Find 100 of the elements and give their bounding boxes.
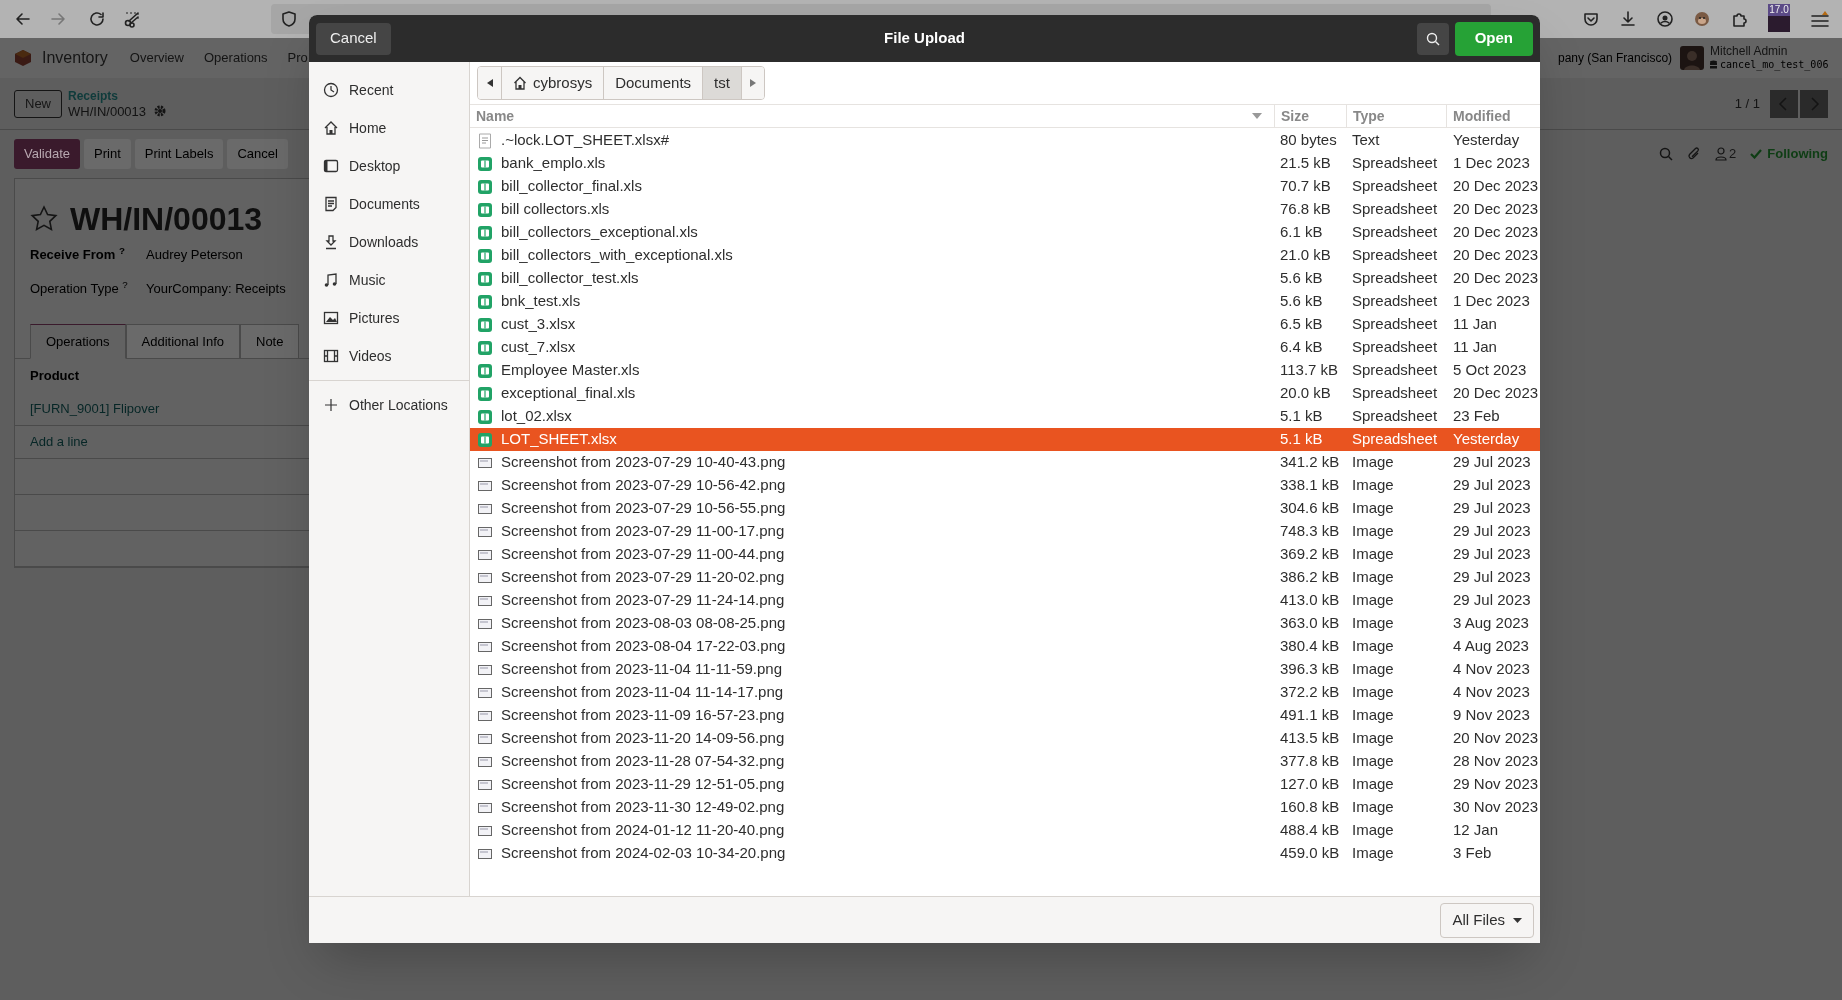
spreadsheet-icon: [478, 179, 492, 194]
path-button[interactable]: cybrosys: [502, 67, 605, 99]
account-icon[interactable]: [1656, 10, 1674, 28]
file-row[interactable]: bnk_test.xls 5.6 kB Spreadsheet 1 Dec 2023: [470, 290, 1540, 313]
file-name: bill_collectors_exceptional.xls: [501, 222, 698, 243]
reload-icon[interactable]: [88, 10, 106, 28]
file-row[interactable]: Screenshot from 2023-07-29 11-24-14.png 413.0 kB Image 29 Jul 2023: [470, 589, 1540, 612]
file-type-filter[interactable]: All Files: [1440, 902, 1534, 938]
path-button[interactable]: Documents: [604, 67, 704, 99]
sidebar-item[interactable]: Recent: [309, 71, 469, 109]
file-row[interactable]: Screenshot from 2023-11-04 11-11-59.png 396.3 kB Image 4 Nov 2023: [470, 658, 1540, 681]
file-row[interactable]: Screenshot from 2024-02-03 10-34-20.png 459.0 kB Image 3 Feb: [470, 842, 1540, 865]
spreadsheet-icon: [478, 432, 492, 447]
menu-icon[interactable]: [1810, 10, 1830, 28]
spreadsheet-icon: [478, 271, 492, 286]
file-row[interactable]: bill_collectors_exceptional.xls 6.1 kB Spreadsheet 20 Dec 2023: [470, 221, 1540, 244]
cancel-button[interactable]: Cancel: [316, 22, 391, 55]
file-name: .~lock.LOT_SHEET.xlsx#: [501, 130, 669, 151]
file-row[interactable]: Screenshot from 2023-08-04 17-22-03.png 380.4 kB Image 4 Aug 2023: [470, 635, 1540, 658]
image-thumbnail-icon: [478, 549, 492, 560]
file-row[interactable]: bill_collector_final.xls 70.7 kB Spreadsheet 20 Dec 2023: [470, 175, 1540, 198]
file-size: 304.6 kB: [1279, 498, 1341, 519]
paperclip-icon[interactable]: [1687, 146, 1702, 162]
file-size: 488.4 kB: [1279, 820, 1341, 841]
file-row[interactable]: Screenshot from 2023-11-29 12-51-05.png 127.0 kB Image 29 Nov 2023: [470, 773, 1540, 796]
action-button[interactable]: Print: [84, 139, 131, 169]
file-row[interactable]: Screenshot from 2023-07-29 10-40-43.png 341.2 kB Image 29 Jul 2023: [470, 451, 1540, 474]
file-size: 80 bytes: [1279, 130, 1338, 151]
extension-button[interactable]: 17.0: [1767, 4, 1791, 34]
pocket-icon[interactable]: [1582, 10, 1600, 28]
file-row[interactable]: Screenshot from 2023-11-20 14-09-56.png 413.5 kB Image 20 Nov 2023: [470, 727, 1540, 750]
tab[interactable]: Additional Info: [125, 324, 240, 359]
file-type: Image: [1351, 705, 1395, 726]
search-icon[interactable]: [1659, 147, 1674, 161]
path-back-button[interactable]: [478, 67, 502, 99]
file-row[interactable]: Employee Master.xls 113.7 kB Spreadsheet 5 Oct 2023: [470, 359, 1540, 382]
file-size: 386.2 kB: [1279, 567, 1341, 588]
file-row[interactable]: Screenshot from 2023-07-29 11-20-02.png 386.2 kB Image 29 Jul 2023: [470, 566, 1540, 589]
file-row[interactable]: bill collectors.xls 76.8 kB Spreadsheet 20 Dec 2023: [470, 198, 1540, 221]
sidebar-item[interactable]: Downloads: [309, 223, 469, 261]
desktop-icon: [323, 158, 339, 174]
action-button[interactable]: Validate: [14, 139, 80, 169]
sidebar-item[interactable]: Desktop: [309, 147, 469, 185]
file-modified: 29 Jul 2023: [1452, 521, 1532, 542]
avatar-icon[interactable]: [1680, 46, 1705, 70]
back-arrow-icon[interactable]: [14, 10, 32, 28]
column-header[interactable]: Type: [1346, 105, 1446, 127]
file-name: Screenshot from 2023-07-29 10-40-43.png: [501, 452, 786, 473]
file-row[interactable]: Screenshot from 2023-11-28 07-54-32.png 377.8 kB Image 28 Nov 2023: [470, 750, 1540, 773]
file-row[interactable]: Screenshot from 2023-08-03 08-08-25.png 363.0 kB Image 3 Aug 2023: [470, 612, 1540, 635]
file-row[interactable]: Screenshot from 2023-11-30 12-49-02.png 160.8 kB Image 30 Nov 2023: [470, 796, 1540, 819]
spreadsheet-icon: [478, 248, 492, 263]
gear-icon[interactable]: [154, 105, 167, 117]
file-row[interactable]: cust_7.xlsx 6.4 kB Spreadsheet 11 Jan: [470, 336, 1540, 359]
column-header[interactable]: Modified: [1446, 105, 1540, 127]
file-row[interactable]: bank_emplo.xls 21.5 kB Spreadsheet 1 Dec 2023: [470, 152, 1540, 175]
file-size: 6.4 kB: [1279, 337, 1324, 358]
star-icon[interactable]: [30, 205, 58, 233]
file-name: Screenshot from 2024-02-03 10-34-20.png: [501, 843, 786, 864]
file-type: Spreadsheet: [1351, 199, 1439, 220]
scissors-icon[interactable]: [123, 10, 141, 28]
file-modified: 12 Jan: [1452, 820, 1500, 841]
sidebar-item[interactable]: Home: [309, 109, 469, 147]
file-row[interactable]: cust_3.xlsx 6.5 kB Spreadsheet 11 Jan: [470, 313, 1540, 336]
sidebar-item[interactable]: Music: [309, 261, 469, 299]
file-row[interactable]: Screenshot from 2023-07-29 11-00-17.png 748.3 kB Image 29 Jul 2023: [470, 520, 1540, 543]
action-button[interactable]: Cancel: [227, 139, 288, 169]
file-row[interactable]: LOT_SHEET.xlsx 5.1 kB Spreadsheet Yesterday: [470, 428, 1540, 451]
chevron-right-icon[interactable]: [1800, 89, 1828, 118]
column-header[interactable]: Size: [1274, 105, 1346, 127]
file-row[interactable]: Screenshot from 2023-11-09 16-57-23.png 491.1 kB Image 9 Nov 2023: [470, 704, 1540, 727]
path-forward-button[interactable]: [741, 67, 764, 99]
database-icon: [1710, 60, 1718, 69]
column-header[interactable]: Name: [476, 105, 515, 127]
database-name: cancel_mo_test_006: [1720, 58, 1829, 71]
sidebar-item[interactable]: Videos: [309, 337, 469, 375]
file-row[interactable]: lot_02.xlsx 5.1 kB Spreadsheet 23 Feb: [470, 405, 1540, 428]
file-row[interactable]: Screenshot from 2023-07-29 11-00-44.png 369.2 kB Image 29 Jul 2023: [470, 543, 1540, 566]
chevron-left-icon[interactable]: [1770, 89, 1798, 118]
sidebar-item[interactable]: Documents: [309, 185, 469, 223]
company-name[interactable]: pany (San Francisco): [1558, 49, 1673, 67]
file-row[interactable]: Screenshot from 2023-07-29 10-56-42.png 338.1 kB Image 29 Jul 2023: [470, 474, 1540, 497]
action-button[interactable]: Print Labels: [134, 139, 224, 169]
path-button[interactable]: tst: [703, 67, 742, 99]
file-row[interactable]: Screenshot from 2024-01-12 11-20-40.png 488.4 kB Image 12 Jan: [470, 819, 1540, 842]
file-row[interactable]: Screenshot from 2023-11-04 11-14-17.png 372.2 kB Image 4 Nov 2023: [470, 681, 1540, 704]
file-row[interactable]: exceptional_final.xls 20.0 kB Spreadsheet 20 Dec 2023: [470, 382, 1540, 405]
pager-text: 1 / 1: [1734, 94, 1760, 113]
sidebar-item[interactable]: Other Locations: [309, 386, 469, 424]
puzzle-icon[interactable]: [1730, 10, 1748, 28]
tab[interactable]: Note: [240, 324, 300, 359]
file-row[interactable]: bill_collectors_with_exceptional.xls 21.0 kB Spreadsheet 20 Dec 2023: [470, 244, 1540, 267]
file-row[interactable]: Screenshot from 2023-07-29 10-56-55.png 304.6 kB Image 29 Jul 2023: [470, 497, 1540, 520]
file-row[interactable]: .~lock.LOT_SHEET.xlsx# 80 bytes Text Yesterday: [470, 129, 1540, 152]
download-icon[interactable]: [1619, 10, 1637, 28]
search-button[interactable]: [1416, 22, 1449, 55]
sidebar-item[interactable]: Pictures: [309, 299, 469, 337]
monkey-icon[interactable]: [1693, 10, 1711, 28]
file-size: 76.8 kB: [1279, 199, 1332, 220]
file-row[interactable]: bill_collector_test.xls 5.6 kB Spreadsheet 20 Dec 2023: [470, 267, 1540, 290]
